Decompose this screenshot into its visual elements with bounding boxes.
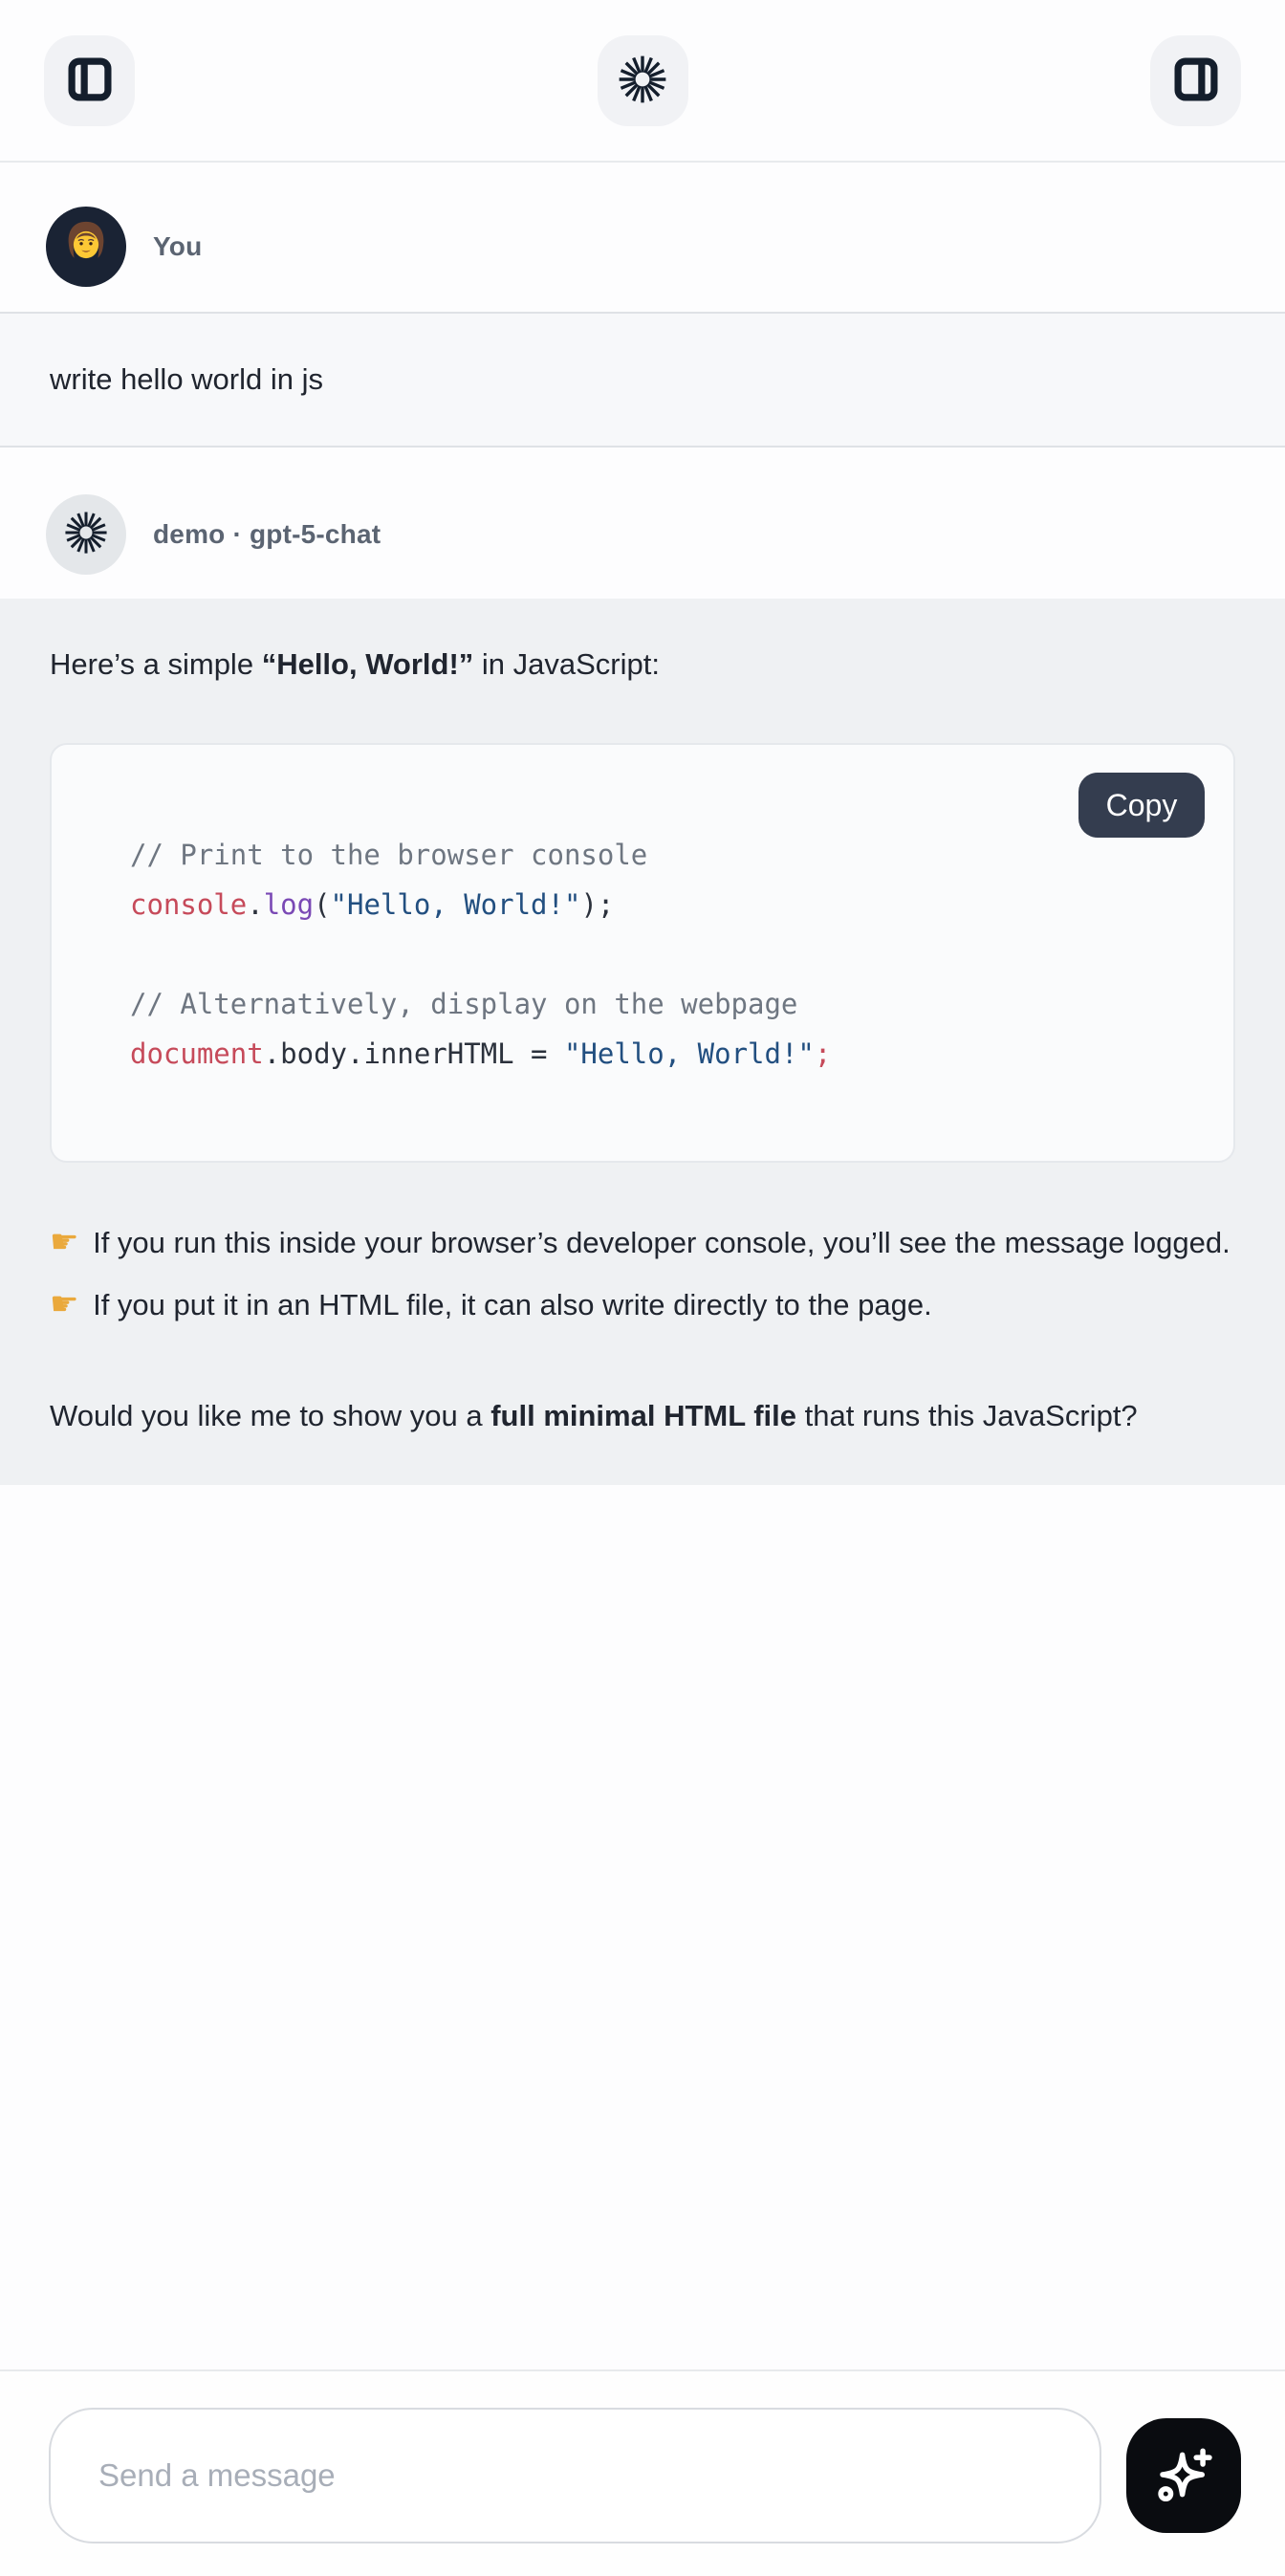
code-token: . bbox=[247, 888, 263, 921]
user-message: write hello world in js bbox=[0, 312, 1285, 448]
person-emoji-icon bbox=[56, 215, 116, 279]
code-block: Copy // Print to the browser console con… bbox=[50, 743, 1235, 1163]
text-segment: full minimal HTML file bbox=[490, 1399, 796, 1432]
send-button[interactable] bbox=[1126, 2418, 1241, 2533]
text-segment: Here’s a simple bbox=[50, 647, 262, 681]
assistant-intro-text: Here’s a simple “Hello, World!” in JavaS… bbox=[50, 633, 1235, 695]
pointing-finger-emoji: ☛ bbox=[50, 1224, 78, 1260]
starburst-icon bbox=[618, 55, 667, 107]
starburst-icon bbox=[64, 511, 108, 559]
assistant-author-label: demo · gpt-5-chat bbox=[153, 519, 381, 550]
text-segment: If you put it in an HTML file, it can al… bbox=[84, 1288, 931, 1321]
empty-scroll-area bbox=[0, 1485, 1285, 2369]
assistant-turn-header: demo · gpt-5-chat bbox=[0, 448, 1285, 599]
code-token: document bbox=[130, 1037, 264, 1070]
text-segment: in JavaScript: bbox=[473, 647, 660, 681]
composer-bar bbox=[0, 2369, 1285, 2576]
panel-right-icon bbox=[1170, 54, 1222, 108]
code-token: ; bbox=[815, 1037, 831, 1070]
assistant-avatar bbox=[46, 494, 126, 575]
text-segment: “Hello, World!” bbox=[262, 647, 474, 681]
text-segment: that runs this JavaScript? bbox=[796, 1399, 1138, 1432]
text-segment: If you run this inside your browser’s de… bbox=[84, 1226, 1230, 1259]
user-message-text: write hello world in js bbox=[50, 362, 323, 397]
model-menu-button[interactable] bbox=[598, 35, 688, 126]
user-avatar bbox=[46, 207, 126, 287]
user-author-label: You bbox=[153, 231, 202, 262]
assistant-closing-text: Would you like me to show you a full min… bbox=[50, 1385, 1235, 1447]
sparkles-icon bbox=[1152, 2443, 1215, 2509]
assistant-message: Here’s a simple “Hello, World!” in JavaS… bbox=[0, 599, 1285, 1485]
code-token: ( bbox=[314, 888, 330, 921]
code-token: "Hello, World!" bbox=[331, 888, 581, 921]
code-token: ); bbox=[580, 888, 614, 921]
message-input[interactable] bbox=[49, 2408, 1101, 2543]
assistant-tips-text: ☛ If you run this inside your browser’s … bbox=[50, 1212, 1235, 1336]
code-token: "Hello, World!" bbox=[564, 1037, 815, 1070]
pointing-finger-emoji: ☛ bbox=[50, 1286, 78, 1322]
text-segment: Would you like me to show you a bbox=[50, 1399, 490, 1432]
top-bar bbox=[0, 0, 1285, 163]
panel-left-icon bbox=[64, 54, 116, 108]
code-token: // Alternatively, display on the webpage bbox=[130, 988, 797, 1020]
panel-left-button[interactable] bbox=[44, 35, 135, 126]
assistant-turn: demo · gpt-5-chat Here’s a simple “Hello… bbox=[0, 448, 1285, 1485]
user-turn: You write hello world in js bbox=[0, 163, 1285, 448]
code-token: console bbox=[130, 888, 247, 921]
panel-right-button[interactable] bbox=[1150, 35, 1241, 126]
user-turn-header: You bbox=[0, 163, 1285, 312]
code-token: .body.innerHTML = bbox=[264, 1037, 564, 1070]
code-content: // Print to the browser console console.… bbox=[52, 745, 1233, 1161]
copy-button[interactable]: Copy bbox=[1078, 773, 1205, 838]
code-token: // Print to the browser console bbox=[130, 839, 647, 871]
code-token: log bbox=[264, 888, 314, 921]
